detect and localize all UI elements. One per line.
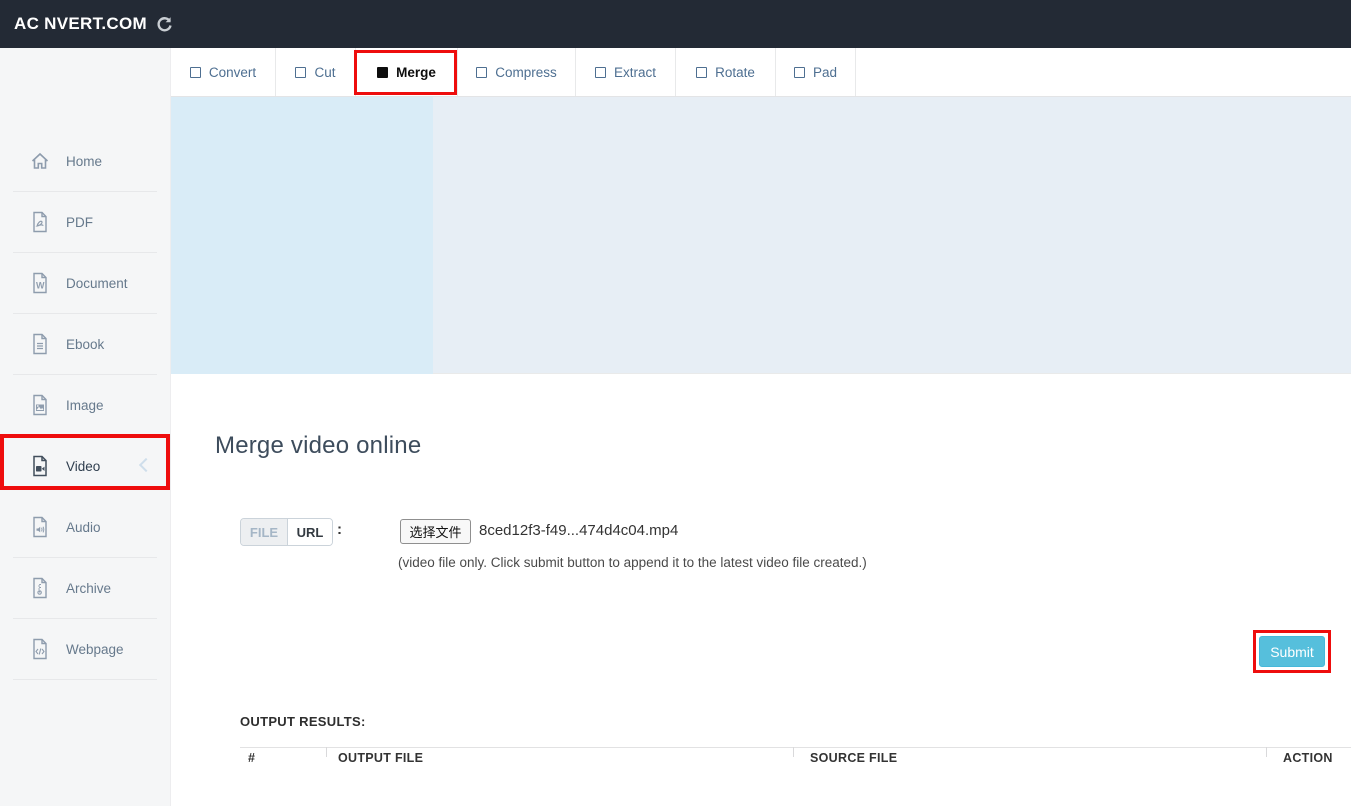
chevron-left-icon [139, 458, 153, 472]
sidebar-item-label: PDF [66, 215, 93, 230]
tab-merge[interactable]: Merge [356, 48, 458, 96]
sidebar-item-image[interactable]: Image [13, 375, 157, 436]
column-divider [1266, 747, 1267, 757]
sidebar-item-label: Archive [66, 581, 111, 596]
tab-label: Convert [209, 65, 256, 80]
sidebar-item-label: Ebook [66, 337, 104, 352]
table-top-border [240, 747, 1351, 748]
column-divider [326, 747, 327, 757]
pdf-file-icon [30, 211, 50, 233]
sidebar-item-label: Document [66, 276, 128, 291]
submit-button[interactable]: Submit [1259, 636, 1325, 667]
source-toggle-group: FILE URL [240, 518, 333, 546]
tab-convert[interactable]: Convert [171, 48, 276, 96]
tab-compress[interactable]: Compress [458, 48, 576, 96]
checkbox-icon [595, 67, 606, 78]
sidebar-item-video[interactable]: Video [13, 436, 157, 497]
tab-label: Pad [813, 65, 837, 80]
checkbox-icon [295, 67, 306, 78]
table-header-source-file: SOURCE FILE [810, 751, 897, 765]
sidebar-item-label: Image [66, 398, 104, 413]
file-toggle-button[interactable]: FILE [241, 519, 287, 545]
table-header-number: # [248, 751, 255, 765]
selected-filename: 8ced12f3-f49...474d4c04.mp4 [479, 522, 678, 539]
sidebar-item-webpage[interactable]: Webpage [13, 619, 157, 680]
sidebar-nav: Home PDF W Document Ebook Image [0, 48, 170, 680]
tab-pad[interactable]: Pad [776, 48, 856, 96]
app-logo[interactable]: AC NVERT.COM [14, 14, 147, 34]
sidebar-item-home[interactable]: Home [13, 131, 157, 192]
sidebar-item-ebook[interactable]: Ebook [13, 314, 157, 375]
page-title: Merge video online [215, 432, 421, 460]
tab-cut[interactable]: Cut [276, 48, 356, 96]
output-results-label: OUTPUT RESULTS: [240, 714, 366, 729]
checkbox-checked-icon [377, 67, 388, 78]
url-toggle-button[interactable]: URL [287, 519, 332, 545]
archive-file-icon [30, 577, 50, 599]
sidebar-item-document[interactable]: W Document [13, 253, 157, 314]
svg-text:W: W [36, 281, 45, 291]
webpage-file-icon [30, 638, 50, 660]
tool-tabs: Convert Cut Merge Compress Extract Rotat… [171, 48, 1351, 97]
tab-extract[interactable]: Extract [576, 48, 676, 96]
image-file-icon [30, 394, 50, 416]
sidebar-item-archive[interactable]: Archive [13, 558, 157, 619]
sidebar-item-label: Video [66, 459, 100, 474]
checkbox-icon [696, 67, 707, 78]
tab-label: Compress [495, 65, 557, 80]
tab-label: Cut [314, 65, 335, 80]
checkbox-icon [794, 67, 805, 78]
ad-banner-left-block [171, 97, 433, 374]
form-note: (video file only. Click submit button to… [398, 555, 867, 570]
checkbox-icon [190, 67, 201, 78]
sidebar-item-pdf[interactable]: PDF [13, 192, 157, 253]
sidebar-item-label: Home [66, 154, 102, 169]
checkbox-icon [476, 67, 487, 78]
ebook-file-icon [30, 333, 50, 355]
word-file-icon: W [30, 272, 50, 294]
ad-banner-area [171, 97, 1351, 374]
table-header-output-file: OUTPUT FILE [338, 751, 423, 765]
tab-label: Extract [614, 65, 656, 80]
audio-file-icon [30, 516, 50, 538]
sidebar-item-audio[interactable]: Audio [13, 497, 157, 558]
sidebar-item-label: Audio [66, 520, 101, 535]
video-file-icon [30, 455, 50, 477]
column-divider [793, 747, 794, 757]
choose-file-button[interactable]: 选择文件 [400, 519, 471, 544]
app-header: AC NVERT.COM [0, 0, 1351, 48]
home-icon [30, 150, 50, 172]
toggle-separator: : [337, 521, 342, 538]
table-header-action: ACTION [1283, 751, 1333, 765]
tab-rotate[interactable]: Rotate [676, 48, 776, 96]
sidebar-item-label: Webpage [66, 642, 124, 657]
refresh-icon [155, 15, 174, 34]
sidebar: Home PDF W Document Ebook Image [0, 48, 171, 806]
tab-label: Merge [396, 65, 436, 80]
tab-label: Rotate [715, 65, 755, 80]
